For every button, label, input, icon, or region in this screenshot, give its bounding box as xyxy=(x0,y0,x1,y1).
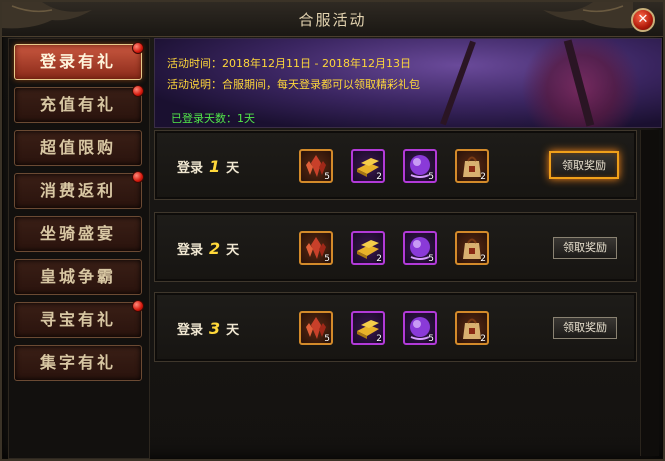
gift-bag-icon[interactable]: 2 xyxy=(455,311,489,345)
row-suffix: 天 xyxy=(226,323,240,338)
event-description: 活动说明：合服期间，每天登录都可以领取精彩礼包 xyxy=(167,76,420,92)
item-quantity: 2 xyxy=(376,172,382,182)
event-sidebar: 登录有礼 充值有礼 超值限购 消费返利 坐骑盛宴 皇城争霸 寻宝有礼 集字有礼 xyxy=(8,38,150,459)
item-quantity: 5 xyxy=(324,172,330,182)
sidebar-item-label: 坐骑盛宴 xyxy=(39,224,116,243)
sidebar-item-label: 充值有礼 xyxy=(39,95,116,114)
purple-orb-icon[interactable]: 5 xyxy=(403,311,437,345)
gift-bag-icon[interactable]: 2 xyxy=(455,231,489,265)
sidebar-item-recharge-gift[interactable]: 充值有礼 xyxy=(14,85,144,123)
item-quantity: 2 xyxy=(376,334,382,344)
reward-row: 登录 2 天 5 2 5 2 领取奖励 xyxy=(154,212,637,282)
banner-branch xyxy=(440,40,476,126)
sidebar-item-label: 寻宝有礼 xyxy=(39,310,116,329)
notification-dot-icon xyxy=(132,42,144,54)
row-prefix: 登录 xyxy=(177,243,204,258)
item-quantity: 5 xyxy=(428,334,434,344)
purple-orb-icon[interactable]: 5 xyxy=(403,149,437,183)
sidebar-item-spending-rebate[interactable]: 消费返利 xyxy=(14,171,144,209)
gold-bar-icon[interactable]: 2 xyxy=(351,149,385,183)
row-day-number: 2 xyxy=(209,239,221,258)
scrollbar[interactable] xyxy=(640,130,659,456)
row-day-number: 1 xyxy=(209,157,221,176)
sidebar-item-login-gift[interactable]: 登录有礼 xyxy=(14,42,144,80)
row-prefix: 登录 xyxy=(177,323,204,338)
sidebar-item-mount-feast[interactable]: 坐骑盛宴 xyxy=(14,216,142,252)
notification-dot-icon xyxy=(132,85,144,97)
purple-orb-icon[interactable]: 5 xyxy=(403,231,437,265)
reward-row: 登录 3 天 5 2 5 2 领取奖励 xyxy=(154,292,637,362)
sidebar-item-word-collect[interactable]: 集字有礼 xyxy=(14,345,142,381)
sidebar-item-city-war[interactable]: 皇城争霸 xyxy=(14,259,142,295)
item-quantity: 5 xyxy=(324,334,330,344)
window-title: 合服活动 xyxy=(298,11,367,29)
claim-reward-button[interactable]: 领取奖励 xyxy=(549,151,619,179)
event-description-value: 合服期间，每天登录都可以领取精彩礼包 xyxy=(222,78,420,91)
item-quantity: 5 xyxy=(324,254,330,264)
item-quantity: 2 xyxy=(480,334,486,344)
row-day-label: 登录 3 天 xyxy=(177,319,239,338)
login-days: 已登录天数：1天 xyxy=(171,110,255,126)
sidebar-item-label: 消费返利 xyxy=(39,181,116,200)
close-icon[interactable]: ✕ xyxy=(631,8,655,32)
item-quantity: 2 xyxy=(480,254,486,264)
sidebar-item-label: 集字有礼 xyxy=(39,353,116,372)
item-quantity: 2 xyxy=(376,254,382,264)
item-quantity: 5 xyxy=(428,254,434,264)
row-suffix: 天 xyxy=(226,161,240,176)
gift-bag-icon[interactable]: 2 xyxy=(455,149,489,183)
red-crystal-icon[interactable]: 5 xyxy=(299,149,333,183)
claim-reward-button[interactable]: 领取奖励 xyxy=(553,317,617,339)
event-banner: 活动时间：2018年12月11日 - 2018年12月13日 活动说明：合服期间… xyxy=(154,38,662,128)
sidebar-item-limited-purchase[interactable]: 超值限购 xyxy=(14,130,142,166)
row-suffix: 天 xyxy=(226,243,240,258)
item-quantity: 5 xyxy=(428,172,434,182)
event-time-value: 2018年12月11日 - 2018年12月13日 xyxy=(222,57,411,70)
login-days-value: 1天 xyxy=(237,112,255,125)
item-quantity: 2 xyxy=(480,172,486,182)
red-crystal-icon[interactable]: 5 xyxy=(299,311,333,345)
row-day-label: 登录 1 天 xyxy=(177,157,239,176)
sidebar-item-treasure-gift[interactable]: 寻宝有礼 xyxy=(14,300,144,338)
event-time: 活动时间：2018年12月11日 - 2018年12月13日 xyxy=(167,55,411,71)
notification-dot-icon xyxy=(132,171,144,183)
event-window: 合服活动 ✕ 登录有礼 充值有礼 超值限购 消费返利 坐骑盛宴 皇城争霸 寻宝有… xyxy=(0,0,665,461)
sidebar-item-label: 登录有礼 xyxy=(39,52,116,71)
reward-row: 登录 1 天 5 2 5 2 领取奖励 xyxy=(154,130,637,200)
row-day-number: 3 xyxy=(209,319,221,338)
gold-bar-icon[interactable]: 2 xyxy=(351,311,385,345)
row-day-label: 登录 2 天 xyxy=(177,239,239,258)
sidebar-item-label: 超值限购 xyxy=(39,138,116,157)
login-days-label: 已登录天数： xyxy=(171,112,237,125)
row-prefix: 登录 xyxy=(177,161,204,176)
event-time-label: 活动时间： xyxy=(167,57,222,70)
title-bar: 合服活动 ✕ xyxy=(2,2,663,37)
notification-dot-icon xyxy=(132,300,144,312)
event-description-label: 活动说明： xyxy=(167,78,222,91)
gold-bar-icon[interactable]: 2 xyxy=(351,231,385,265)
claim-reward-button[interactable]: 领取奖励 xyxy=(553,237,617,259)
red-crystal-icon[interactable]: 5 xyxy=(299,231,333,265)
sidebar-item-label: 皇城争霸 xyxy=(39,267,116,286)
